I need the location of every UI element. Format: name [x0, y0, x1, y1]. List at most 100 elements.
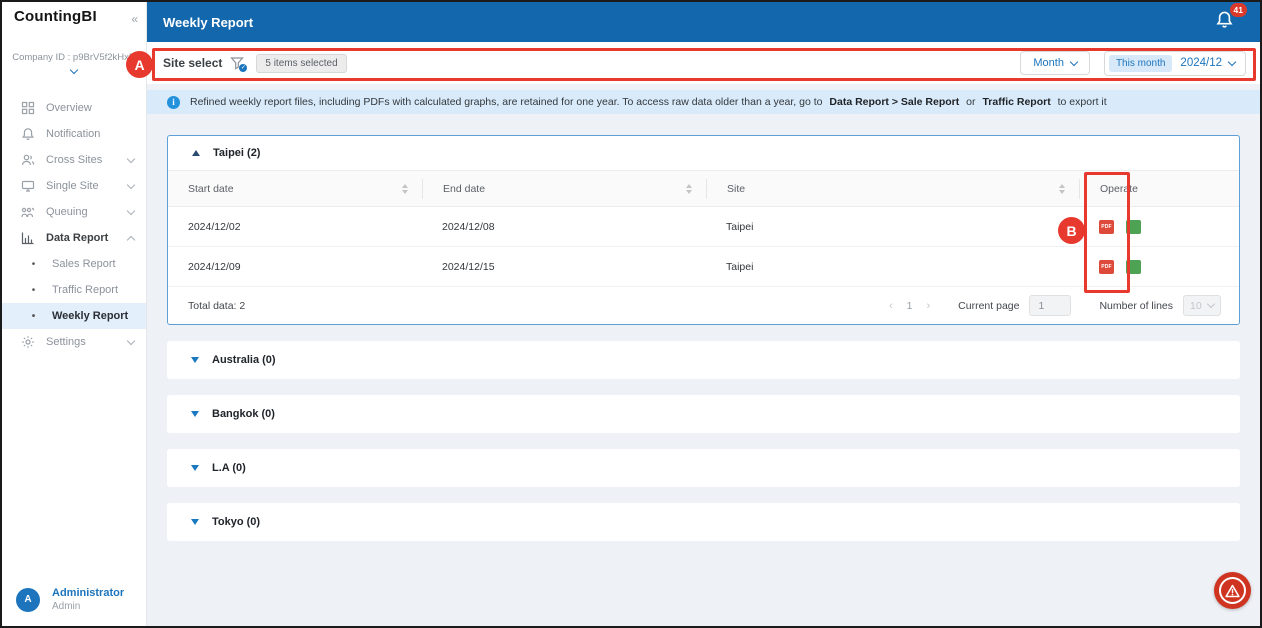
sidebar-item-traffic-report[interactable]: • Traffic Report — [2, 277, 146, 303]
group-header-la[interactable]: L.A (0) — [167, 449, 1240, 487]
sidebar-item-data-report[interactable]: Data Report — [2, 225, 146, 251]
group-title: Taipei (2) — [213, 147, 260, 159]
app-window: CountingBI « Company ID : p9BrV5f2kHxD O… — [0, 0, 1262, 628]
site-filter-button[interactable]: ✓ — [230, 56, 244, 70]
user-profile[interactable]: A Administrator Admin — [2, 577, 146, 626]
info-icon: i — [167, 96, 180, 109]
page-number[interactable]: 1 — [907, 300, 913, 312]
this-month-chip: This month — [1109, 55, 1172, 72]
brand-logo: CountingBI — [14, 8, 97, 25]
period-value: 2024/12 — [1180, 57, 1222, 69]
user-role: Admin — [52, 601, 124, 612]
group-header-tokyo[interactable]: Tokyo (0) — [167, 503, 1240, 541]
month-dropdown[interactable]: Month — [1020, 51, 1090, 75]
site-group-taipei-panel: Taipei (2) Start date End date Site — [167, 135, 1240, 325]
prev-page-button[interactable]: ‹ — [889, 300, 893, 312]
sidebar-item-weekly-report[interactable]: • Weekly Report — [2, 303, 146, 329]
sidebar-item-settings[interactable]: Settings — [2, 329, 146, 355]
table-row: 2024/12/09 2024/12/15 Taipei PDF — [168, 247, 1239, 287]
group-title: Australia (0) — [212, 354, 276, 366]
site-cell: Taipei — [706, 221, 1079, 233]
site-select-label: Site select — [163, 56, 222, 70]
period-dropdown[interactable]: This month 2024/12 — [1104, 51, 1246, 76]
table-footer: Total data: 2 ‹ 1 › Current page Number … — [168, 287, 1239, 324]
end-date-cell: 2024/12/08 — [422, 221, 706, 233]
group-header-australia[interactable]: Australia (0) — [167, 341, 1240, 379]
sidebar-item-queuing[interactable]: Queuing — [2, 199, 146, 225]
chevron-down-icon — [1070, 57, 1078, 65]
download-pdf-icon[interactable]: PDF — [1099, 260, 1114, 274]
collapse-triangle-icon — [192, 150, 200, 156]
group-title: Tokyo (0) — [212, 516, 260, 528]
sidebar: CountingBI « Company ID : p9BrV5f2kHxD O… — [2, 2, 147, 626]
bell-icon — [20, 127, 35, 141]
banner-link-traffic-report[interactable]: Traffic Report — [982, 96, 1050, 108]
total-data-label: Total data: 2 — [188, 300, 245, 312]
group-header-taipei[interactable]: Taipei (2) — [168, 136, 1239, 171]
people-icon — [20, 153, 35, 167]
start-date-cell: 2024/12/09 — [168, 261, 422, 273]
download-csv-icon[interactable] — [1126, 260, 1141, 274]
main-area: Weekly Report 41 Site select ✓ 5 items s… — [147, 2, 1260, 626]
banner-text: Refined weekly report files, including P… — [190, 96, 823, 108]
expand-triangle-icon — [191, 411, 199, 417]
column-start-date: Start date — [188, 183, 234, 195]
bar-chart-icon — [20, 231, 35, 245]
bullet-icon: • — [26, 259, 41, 270]
company-id-label: Company ID : p9BrV5f2kHxD — [2, 52, 146, 63]
banner-link-sale-report[interactable]: Data Report > Sale Report — [829, 96, 959, 108]
column-operate: Operate — [1100, 183, 1138, 195]
sort-icon[interactable] — [1059, 184, 1065, 194]
expand-triangle-icon — [191, 465, 199, 471]
avatar: A — [16, 588, 40, 612]
lines-per-page-select[interactable]: 10 — [1183, 295, 1221, 316]
sort-icon[interactable] — [686, 184, 692, 194]
page-header: Weekly Report 41 — [147, 2, 1260, 42]
group-title: L.A (0) — [212, 462, 246, 474]
expand-triangle-icon — [191, 519, 199, 525]
download-csv-icon[interactable] — [1126, 220, 1141, 234]
chevron-down-icon — [127, 154, 135, 162]
items-selected-chip[interactable]: 5 items selected — [256, 54, 346, 73]
sidebar-menu: Overview Notification Cross Sites Sing — [2, 95, 146, 355]
group-header-bangkok[interactable]: Bangkok (0) — [167, 395, 1240, 433]
sidebar-collapse-icon[interactable]: « — [131, 12, 138, 26]
sidebar-item-single-site[interactable]: Single Site — [2, 173, 146, 199]
chevron-down-icon — [127, 336, 135, 344]
sort-icon[interactable] — [402, 184, 408, 194]
notification-count-badge: 41 — [1230, 3, 1247, 17]
column-end-date: End date — [443, 183, 485, 195]
table-row: 2024/12/02 2024/12/08 Taipei PDF — [168, 207, 1239, 247]
user-name: Administrator — [52, 587, 124, 599]
sidebar-item-overview[interactable]: Overview — [2, 95, 146, 121]
chevron-down-icon — [127, 180, 135, 188]
page-title: Weekly Report — [163, 15, 253, 30]
notification-bell-button[interactable]: 41 — [1215, 10, 1234, 34]
end-date-cell: 2024/12/15 — [422, 261, 706, 273]
chevron-down-icon — [1228, 57, 1236, 65]
chevron-down-icon — [1207, 300, 1215, 308]
column-site: Site — [727, 183, 745, 195]
bullet-icon: • — [26, 311, 41, 322]
warning-triangle-icon — [1225, 584, 1240, 598]
current-page-input[interactable] — [1029, 295, 1071, 316]
alert-fab-button[interactable] — [1214, 572, 1251, 609]
content-area: Taipei (2) Start date End date Site — [147, 114, 1260, 626]
chevron-down-icon — [127, 206, 135, 214]
next-page-button[interactable]: › — [927, 300, 931, 312]
filter-active-dot: ✓ — [239, 64, 247, 72]
sidebar-item-notification[interactable]: Notification — [2, 121, 146, 147]
start-date-cell: 2024/12/02 — [168, 221, 422, 233]
chevron-up-icon — [127, 235, 135, 243]
current-page-label: Current page — [958, 300, 1019, 312]
download-pdf-icon[interactable]: PDF — [1099, 220, 1114, 234]
gear-icon — [20, 335, 35, 349]
sidebar-item-cross-sites[interactable]: Cross Sites — [2, 147, 146, 173]
monitor-icon — [20, 179, 35, 193]
group-title: Bangkok (0) — [212, 408, 275, 420]
sidebar-item-sales-report[interactable]: • Sales Report — [2, 251, 146, 277]
bullet-icon: • — [26, 285, 41, 296]
company-chevron-down-icon[interactable] — [2, 70, 146, 73]
queue-icon — [20, 205, 35, 219]
table-header: Start date End date Site Operate — [168, 171, 1239, 207]
